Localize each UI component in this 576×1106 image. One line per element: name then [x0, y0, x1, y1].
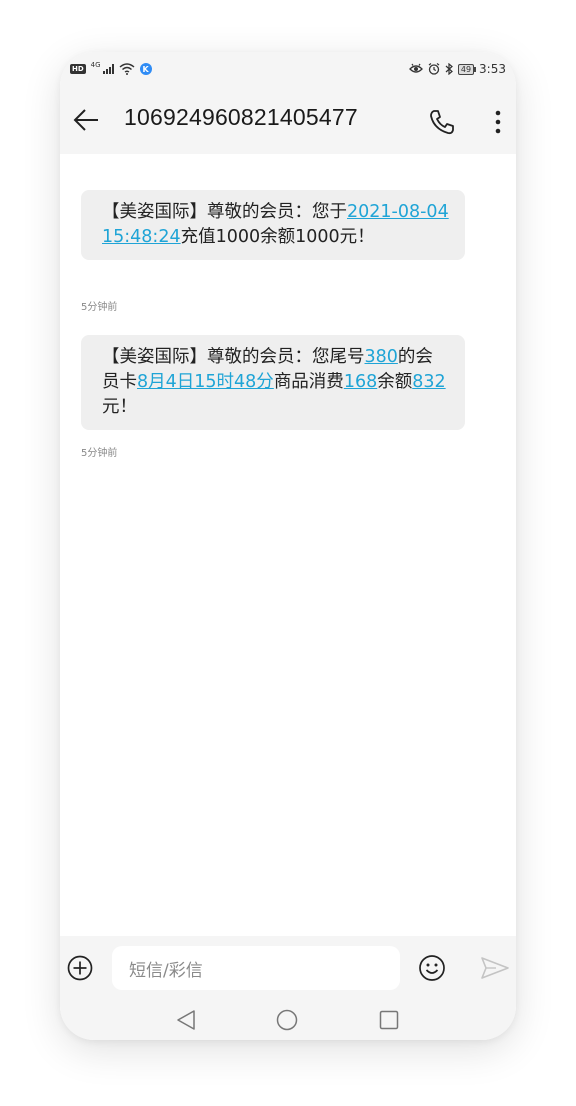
message-text: 商品消费	[273, 372, 344, 392]
battery-icon: 49	[457, 63, 477, 75]
message-bubble[interactable]: 【美姿国际】尊敬的会员：您于2021-08-04 15:48:24充值1000余…	[81, 190, 465, 260]
nav-recents-icon[interactable]	[379, 1010, 399, 1030]
message-timestamp: 5分钟前	[81, 448, 118, 459]
message-text: 【美姿国际】尊敬的会员：您尾号	[102, 347, 365, 367]
more-vertical-icon[interactable]	[490, 108, 506, 136]
send-icon[interactable]	[480, 956, 510, 980]
phone-icon[interactable]	[428, 108, 456, 136]
status-left: HD 4G K	[70, 61, 152, 75]
message-link[interactable]: 168	[344, 372, 377, 392]
conversation-title: 106924960821405477	[124, 104, 358, 130]
app-k-icon: K	[139, 63, 152, 75]
conversation-header: 106924960821405477	[60, 86, 516, 154]
message-text: 余额	[377, 372, 413, 392]
message-timestamp: 5分钟前	[81, 302, 118, 313]
message-input[interactable]: 短信/彩信	[112, 946, 400, 990]
status-right: 49 3:53	[408, 62, 506, 76]
smiley-icon[interactable]	[418, 954, 446, 982]
nav-back-icon[interactable]	[176, 1009, 196, 1031]
plus-circle-icon[interactable]	[67, 955, 93, 981]
signal-icon	[102, 64, 114, 74]
nav-home-icon[interactable]	[276, 1009, 298, 1031]
message-list[interactable]: 【美姿国际】尊敬的会员：您于2021-08-04 15:48:24充值1000余…	[60, 154, 516, 936]
alarm-icon	[428, 63, 440, 75]
hd-badge: HD	[70, 64, 86, 74]
message-text: 元！	[102, 397, 137, 417]
phone-frame: HD 4G K 49 3:53 106924960821405477 【美姿国际…	[60, 52, 516, 1040]
bluetooth-icon	[445, 63, 453, 75]
eye-icon	[408, 63, 423, 73]
message-link[interactable]: 832	[412, 372, 445, 392]
clock: 3:53	[479, 62, 506, 76]
message-link[interactable]: 8月4日15时48分	[137, 372, 274, 392]
status-bar: HD 4G K 49 3:53	[60, 52, 516, 86]
wifi-icon	[119, 63, 135, 75]
message-link[interactable]: 380	[365, 347, 398, 367]
network-type: 4G	[90, 61, 101, 69]
message-bubble[interactable]: 【美姿国际】尊敬的会员：您尾号380的会员卡8月4日15时48分商品消费168余…	[81, 335, 465, 430]
system-nav-bar	[60, 1000, 516, 1040]
message-text: 充值1000余额1000元！	[180, 227, 375, 247]
message-text: 【美姿国际】尊敬的会员：您于	[102, 202, 347, 222]
arrow-left-icon[interactable]	[72, 108, 100, 132]
compose-bar: 短信/彩信	[60, 936, 516, 1000]
message-input-placeholder: 短信/彩信	[129, 960, 203, 981]
